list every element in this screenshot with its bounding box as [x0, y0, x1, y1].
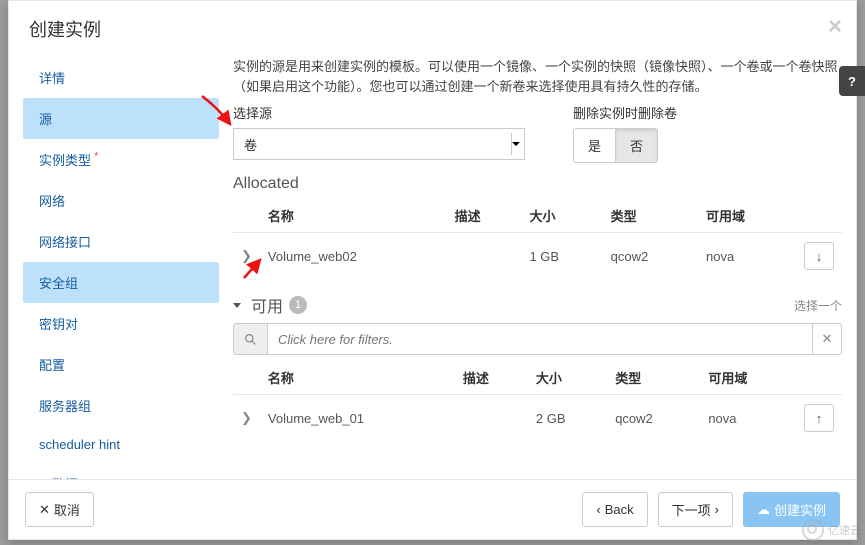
sidebar-item-label: 源 [39, 112, 52, 127]
help-icon[interactable]: ? [839, 66, 865, 96]
modal-header: 创建实例 × [9, 1, 856, 57]
back-label: Back [605, 502, 634, 517]
select-source-field: 选择源 卷 [233, 103, 525, 160]
cell-desc [455, 395, 528, 442]
select-source-label: 选择源 [233, 103, 525, 122]
available-table: 名称 描述 大小 类型 可用域 ❯ Volume_web_01 2 GB q [233, 361, 842, 441]
sidebar-item-details[interactable]: 详情 [23, 57, 219, 98]
clear-filter-button[interactable]: ✕ [812, 323, 842, 355]
required-marker: * [91, 151, 98, 163]
delete-volume-toggle: 是 否 [573, 128, 677, 163]
col-zone: 可用域 [700, 361, 796, 395]
cloud-upload-icon: ☁ [757, 502, 770, 518]
modal-title: 创建实例 [29, 16, 836, 42]
sidebar-item-label: 实例类型 [39, 153, 91, 168]
cell-zone: nova [698, 233, 796, 280]
allocated-table: 名称 描述 大小 类型 可用域 ❯ Volume_web02 1 GB qc [233, 199, 842, 279]
allocated-title: Allocated [233, 175, 842, 193]
table-row: ❯ Volume_web_01 2 GB qcow2 nova ↑ [233, 395, 842, 442]
modal-body: 详情 源 实例类型 * 网络 网络接口 安全组 密钥对 配置 服务器组 sche… [9, 57, 856, 495]
col-type: 类型 [603, 199, 698, 233]
col-zone: 可用域 [698, 199, 796, 233]
next-label: 下一项 [672, 500, 711, 519]
col-type: 类型 [607, 361, 700, 395]
sidebar-item-scheduler-hint[interactable]: scheduler hint [23, 426, 219, 463]
add-button[interactable]: ↑ [804, 404, 834, 432]
sidebar-item-label: 密钥对 [39, 317, 78, 332]
launch-label: 创建实例 [774, 500, 826, 519]
available-title-wrap[interactable]: 可用 1 [233, 293, 307, 317]
sidebar-item-configuration[interactable]: 配置 [23, 344, 219, 385]
sidebar-item-label: 安全组 [39, 276, 78, 291]
create-instance-modal: 创建实例 × 详情 源 实例类型 * 网络 网络接口 安全组 密钥对 配置 服务… [8, 0, 857, 540]
search-icon [233, 323, 267, 355]
source-controls-row: 选择源 卷 删除实例时删除卷 是 否 [233, 103, 842, 163]
sidebar-item-label: 服务器组 [39, 399, 91, 414]
delete-volume-label: 删除实例时删除卷 [573, 103, 677, 122]
cancel-label: 取消 [54, 500, 80, 519]
modal-footer: ✕取消 ‹ Back 下一项 › ☁创建实例 [9, 479, 856, 539]
chevron-right-icon[interactable]: ❯ [241, 248, 252, 263]
select-source-value: 卷 [244, 135, 257, 154]
watermark: 亿速云 [802, 519, 861, 541]
sidebar-item-label: 网络 [39, 194, 65, 209]
table-row: ❯ Volume_web02 1 GB qcow2 nova ↓ [233, 233, 842, 280]
chevron-left-icon: ‹ [596, 502, 600, 517]
back-button[interactable]: ‹ Back [582, 492, 647, 527]
cancel-button[interactable]: ✕取消 [25, 492, 94, 527]
sidebar-item-label: 配置 [39, 358, 65, 373]
sidebar-item-server-groups[interactable]: 服务器组 [23, 385, 219, 426]
sidebar-item-keypair[interactable]: 密钥对 [23, 303, 219, 344]
watermark-text: 亿速云 [828, 522, 861, 538]
cell-name: Volume_web_01 [260, 395, 455, 442]
cell-desc [447, 233, 522, 280]
close-icon: ✕ [39, 502, 50, 518]
wizard-sidebar: 详情 源 实例类型 * 网络 网络接口 安全组 密钥对 配置 服务器组 sche… [9, 57, 219, 495]
chevron-right-icon: › [715, 502, 719, 517]
cell-zone: nova [700, 395, 796, 442]
filter-row: ✕ [233, 323, 842, 355]
col-desc: 描述 [455, 361, 528, 395]
next-button[interactable]: 下一项 › [658, 492, 733, 527]
sidebar-item-source[interactable]: 源 [23, 98, 219, 139]
delete-volume-field: 删除实例时删除卷 是 否 [573, 103, 677, 163]
col-name: 名称 [260, 361, 455, 395]
cell-size: 2 GB [528, 395, 607, 442]
available-count-badge: 1 [289, 296, 307, 314]
toggle-no[interactable]: 否 [615, 128, 658, 163]
cell-type: qcow2 [607, 395, 700, 442]
col-desc: 描述 [447, 199, 522, 233]
cell-size: 1 GB [521, 233, 602, 280]
sidebar-item-label: 网络接口 [39, 235, 91, 250]
remove-button[interactable]: ↓ [804, 242, 834, 270]
available-title: 可用 [251, 293, 283, 317]
sidebar-item-label: 详情 [39, 71, 65, 86]
select-one-hint: 选择一个 [794, 297, 842, 314]
close-icon[interactable]: × [828, 13, 842, 41]
chevron-down-icon [233, 303, 241, 308]
watermark-logo-icon [802, 519, 824, 541]
col-size: 大小 [528, 361, 607, 395]
toggle-yes[interactable]: 是 [573, 128, 615, 163]
col-name: 名称 [260, 199, 447, 233]
filter-input[interactable] [267, 323, 812, 355]
sidebar-item-network[interactable]: 网络 [23, 180, 219, 221]
select-source-dropdown[interactable]: 卷 [233, 128, 525, 160]
sidebar-item-ports[interactable]: 网络接口 [23, 221, 219, 262]
available-header: 可用 1 选择一个 [233, 293, 842, 317]
cell-name: Volume_web02 [260, 233, 447, 280]
chevron-down-icon [512, 142, 520, 146]
chevron-right-icon[interactable]: ❯ [241, 410, 252, 425]
wizard-content: 实例的源是用来创建实例的模板。可以使用一个镜像、一个实例的快照（镜像快照）、一个… [219, 57, 856, 495]
sidebar-item-flavor[interactable]: 实例类型 * [23, 139, 219, 180]
sidebar-item-security-groups[interactable]: 安全组 [23, 262, 219, 303]
cell-type: qcow2 [603, 233, 698, 280]
intro-text: 实例的源是用来创建实例的模板。可以使用一个镜像、一个实例的快照（镜像快照）、一个… [233, 57, 842, 97]
sidebar-item-label: scheduler hint [39, 437, 120, 452]
col-size: 大小 [521, 199, 602, 233]
